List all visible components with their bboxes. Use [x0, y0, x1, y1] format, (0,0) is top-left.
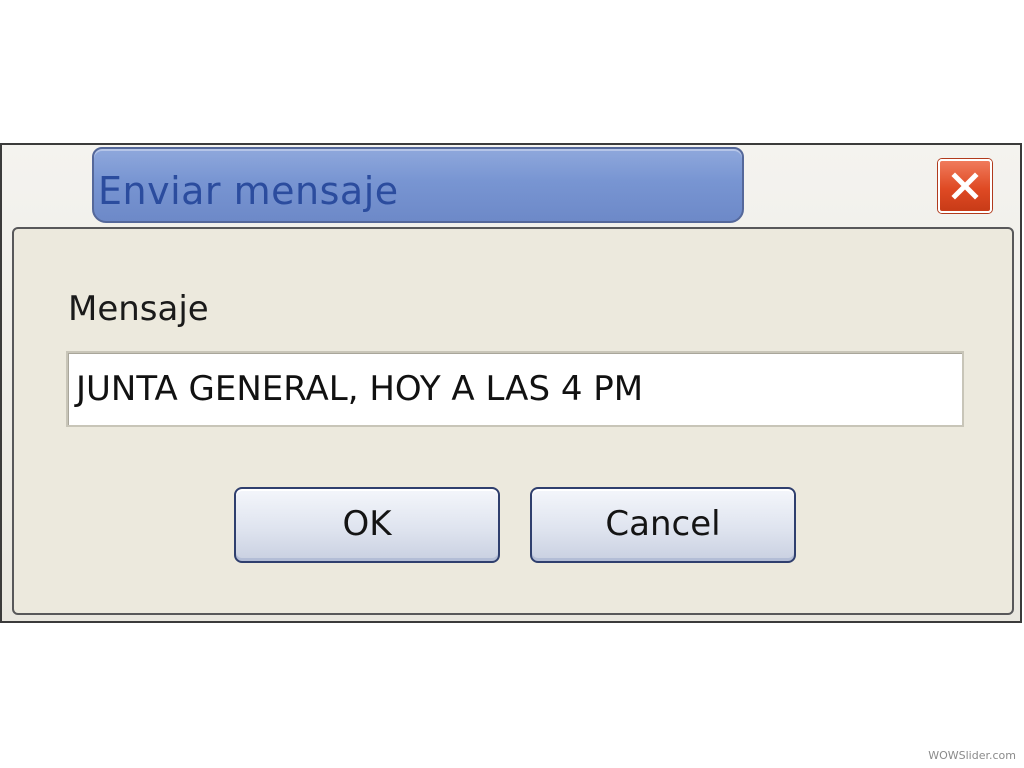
close-button[interactable] [938, 159, 992, 213]
close-icon [951, 172, 979, 200]
ok-button[interactable]: OK [234, 487, 500, 563]
watermark: WOWSlider.com [928, 749, 1016, 762]
dialog-title: Enviar mensaje [98, 169, 399, 213]
message-input[interactable]: JUNTA GENERAL, HOY A LAS 4 PM [66, 351, 964, 427]
send-message-dialog: Enviar mensaje Mensaje JUNTA GENERAL, HO… [0, 143, 1022, 623]
screenshot-stage: Enviar mensaje Mensaje JUNTA GENERAL, HO… [0, 0, 1024, 768]
title-highlight: Enviar mensaje [92, 147, 744, 223]
title-bar[interactable]: Enviar mensaje [2, 145, 1020, 225]
cancel-button[interactable]: Cancel [530, 487, 796, 563]
dialog-body: Mensaje JUNTA GENERAL, HOY A LAS 4 PM OK… [12, 227, 1014, 615]
message-label: Mensaje [68, 289, 209, 329]
